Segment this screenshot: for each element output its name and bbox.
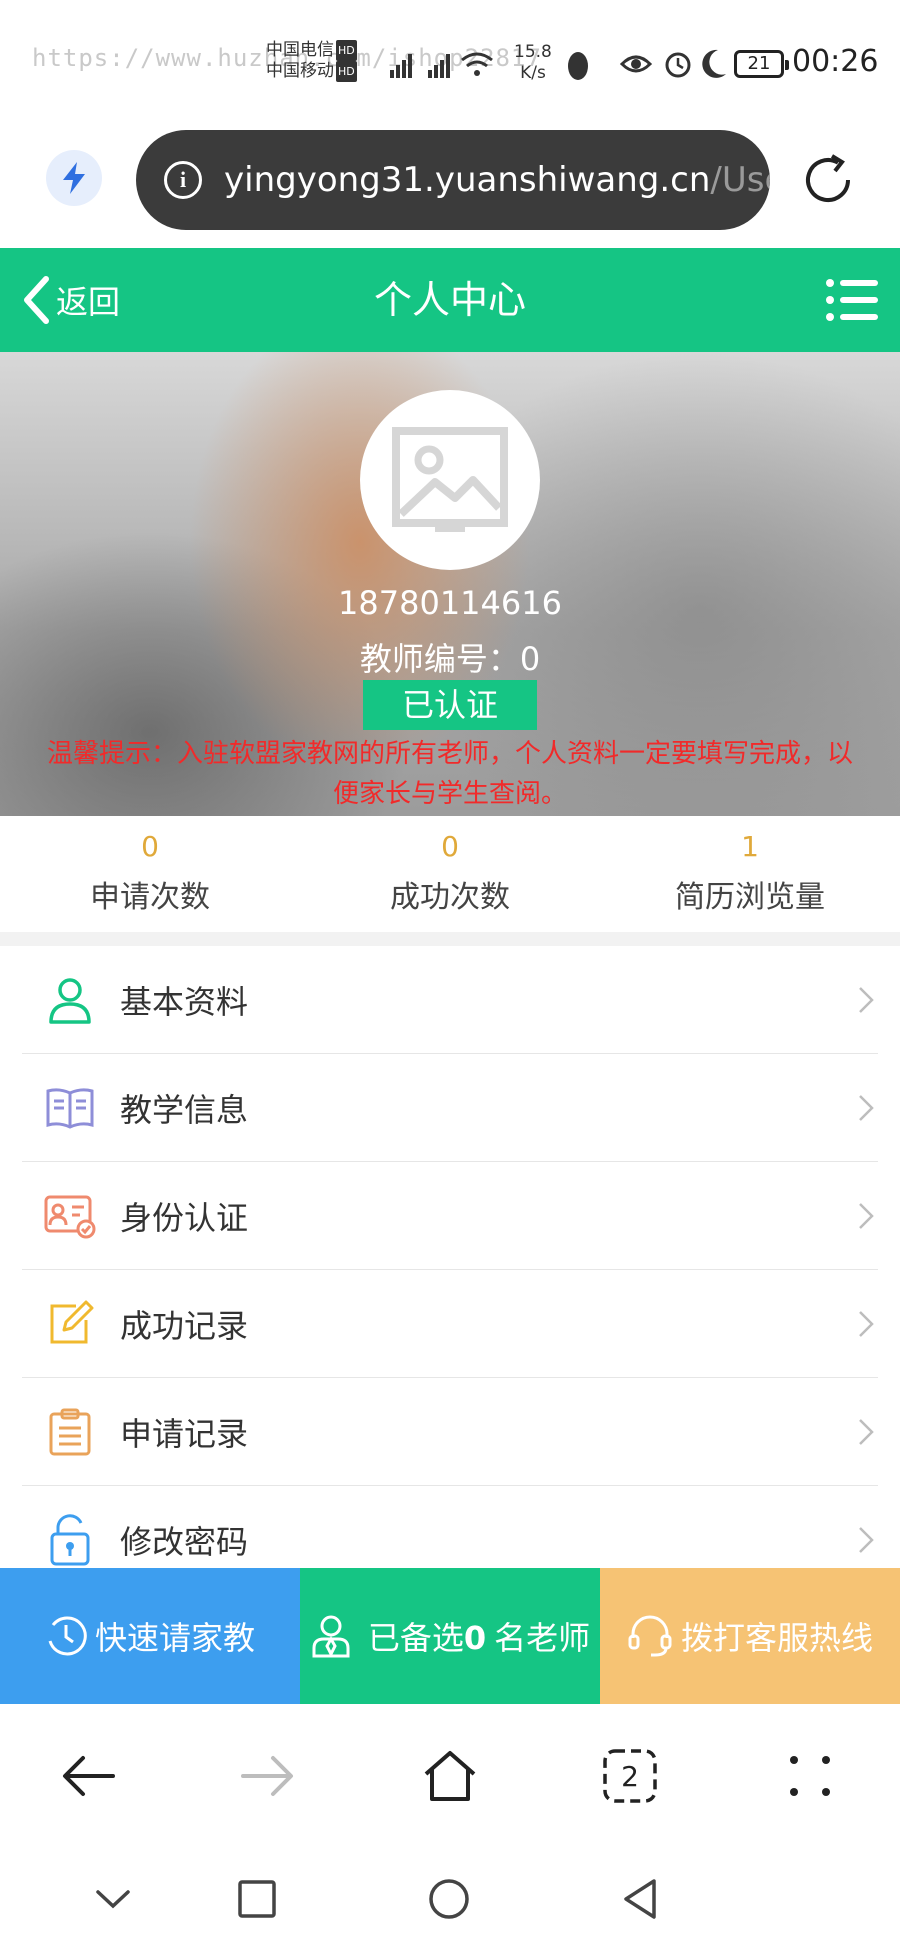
- image-placeholder-icon: [392, 427, 508, 532]
- stat-value: 1: [741, 830, 759, 863]
- status-icons: [568, 49, 726, 80]
- headset-icon: [628, 1615, 672, 1657]
- user-icon: [44, 974, 96, 1026]
- bolt-icon[interactable]: [46, 150, 102, 206]
- app-header: 个人中心 返回: [0, 248, 900, 352]
- chevron-right-icon: [859, 987, 874, 1013]
- profile-banner: 18780114616 教师编号：0 已认证 温馨提示：入驻软盟家教网的所有老师…: [0, 352, 900, 816]
- hotline-label: 拨打客服热线: [680, 1619, 873, 1657]
- stat-resume-views: 1 简历浏览量: [600, 816, 900, 932]
- menu-item-success-records[interactable]: 成功记录: [22, 1270, 878, 1378]
- chevron-right-icon: [859, 1203, 874, 1229]
- menu-item-id-verification[interactable]: 身份认证: [22, 1162, 878, 1270]
- chevron-right-icon: [859, 1527, 874, 1553]
- hd-badge: HD: [336, 61, 357, 82]
- stat-label: 简历浏览量: [675, 880, 825, 915]
- more-dots-icon[interactable]: [780, 1746, 840, 1806]
- menu-item-application-records[interactable]: 申请记录: [22, 1378, 878, 1486]
- back-button[interactable]: 返回: [22, 270, 120, 330]
- browser-toolbar: 2: [0, 1704, 900, 1848]
- tabs-icon[interactable]: 2: [600, 1746, 660, 1806]
- stats-row: 0 申请次数 0 成功次数 1 简历浏览量: [0, 816, 900, 932]
- carrier-1: 中国电信: [266, 40, 334, 60]
- edit-icon: [44, 1298, 96, 1350]
- back-triangle-icon[interactable]: [618, 1876, 664, 1922]
- menu-item-label: 教学信息: [120, 1090, 249, 1129]
- lock-icon: [44, 1513, 96, 1566]
- menu-item-label: 基本资料: [120, 982, 249, 1021]
- chevron-right-icon: [859, 1095, 874, 1121]
- url-path: /User/: [710, 160, 770, 200]
- menu-item-label: 身份认证: [120, 1198, 249, 1237]
- stat-label: 申请次数: [90, 880, 210, 915]
- info-icon[interactable]: i: [164, 161, 202, 199]
- url-host: yingyong31.yuanshiwang.cn: [224, 160, 711, 200]
- forward-arrow-icon[interactable]: [238, 1746, 298, 1806]
- home-circle-icon[interactable]: [426, 1876, 472, 1922]
- menu-item-teaching-info[interactable]: 教学信息: [22, 1054, 878, 1162]
- battery-indicator: 21: [734, 50, 789, 78]
- hotline-button[interactable]: 拨打客服热线: [600, 1568, 900, 1704]
- menu-list-icon[interactable]: [826, 278, 878, 322]
- hd-badge: HD: [336, 40, 357, 61]
- avatar[interactable]: [360, 390, 540, 570]
- carrier-info: 中国电信 HD 中国移动 HD: [266, 40, 357, 82]
- tip-text: 温馨提示：入驻软盟家教网的所有老师，个人资料一定要填写完成，以 便家长与学生查阅…: [46, 739, 853, 809]
- menu-item-label: 成功记录: [120, 1306, 249, 1345]
- network-speed: 15.8 K/s: [514, 42, 552, 83]
- collapse-icon[interactable]: [90, 1876, 136, 1922]
- stat-value: 0: [141, 830, 159, 863]
- stat-applications: 0 申请次数: [0, 816, 300, 932]
- id-card-icon: [44, 1190, 96, 1242]
- user-phone: 18780114616: [338, 584, 562, 622]
- profile-menu: 基本资料 教学信息 身份认证 成功记录 申请记录 修改密码: [0, 946, 900, 1594]
- bottom-action-bar: 快速请家教 已备选0 名老师 拨打客服热线: [0, 1568, 900, 1704]
- system-navigation: [0, 1848, 900, 1950]
- chevron-left-icon: [24, 276, 49, 324]
- section-divider: [0, 932, 900, 946]
- menu-item-label: 申请记录: [120, 1414, 249, 1453]
- selected-teachers-label: 已备选0 名老师: [367, 1619, 591, 1657]
- recents-icon[interactable]: [234, 1876, 280, 1922]
- clipboard-icon: [44, 1406, 96, 1458]
- browser-address-bar: i yingyong31.yuanshiwang.cn/User/: [0, 120, 900, 248]
- url-field[interactable]: i yingyong31.yuanshiwang.cn/User/: [136, 130, 770, 230]
- teacher-icon: [312, 1615, 350, 1658]
- quick-request-label: 快速请家教: [94, 1619, 255, 1657]
- reload-icon[interactable]: [798, 150, 858, 210]
- selected-teachers-button[interactable]: 已备选0 名老师: [300, 1568, 600, 1704]
- menu-item-basic-info[interactable]: 基本资料: [22, 946, 878, 1054]
- stat-label: 成功次数: [390, 880, 510, 915]
- carrier-2: 中国移动: [266, 61, 334, 81]
- book-icon: [44, 1082, 96, 1134]
- home-icon[interactable]: [420, 1746, 480, 1806]
- status-bar: https://www.huzhan.com/ishop22817 中国电信 HD…: [0, 0, 900, 120]
- page-title: 个人中心: [373, 278, 526, 322]
- back-label: 返回: [56, 283, 121, 321]
- stat-value: 0: [441, 830, 459, 863]
- clock-icon: [48, 1616, 87, 1656]
- quick-request-button[interactable]: 快速请家教: [0, 1568, 300, 1704]
- stat-successes: 0 成功次数: [300, 816, 600, 932]
- chevron-right-icon: [859, 1419, 874, 1445]
- chevron-right-icon: [859, 1311, 874, 1337]
- clock: 00:26: [792, 44, 879, 79]
- back-arrow-icon[interactable]: [58, 1746, 118, 1806]
- signal-wifi-icon: [390, 52, 493, 78]
- teacher-number: 教师编号：0: [359, 640, 541, 678]
- verified-badge: 已认证: [363, 680, 537, 730]
- tab-count: 2: [621, 1760, 639, 1793]
- menu-item-label: 修改密码: [120, 1522, 249, 1561]
